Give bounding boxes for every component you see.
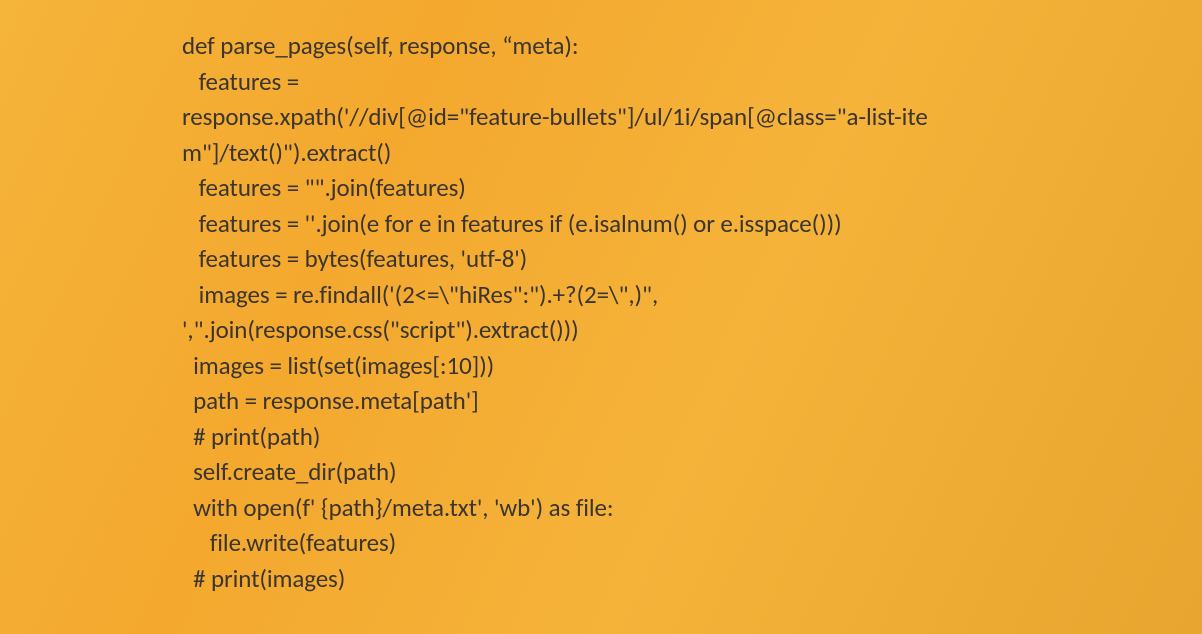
- code-line: images = re.findall('(2<=\"hiRes":").+?(…: [182, 277, 1202, 313]
- code-line: features =: [182, 64, 1202, 100]
- code-line: # print(images): [182, 561, 1202, 597]
- code-line: response.xpath('//div[@id="feature-bulle…: [182, 99, 1202, 135]
- code-line: with open(f' {path}/meta.txt', 'wb') as …: [182, 490, 1202, 526]
- code-block: def parse_pages(self, response, “meta): …: [182, 28, 1202, 596]
- code-line: features = bytes(features, 'utf-8'): [182, 241, 1202, 277]
- code-line: features = ''.join(e for e in features i…: [182, 206, 1202, 242]
- code-line: self.create_dir(path): [182, 454, 1202, 490]
- code-line: path = response.meta[path']: [182, 383, 1202, 419]
- code-line: file.write(features): [182, 525, 1202, 561]
- code-line: m"]/text()").extract(): [182, 135, 1202, 171]
- code-line: ',".join(response.css("script").extract(…: [182, 312, 1202, 348]
- code-line: features = "".join(features): [182, 170, 1202, 206]
- code-line: def parse_pages(self, response, “meta):: [182, 28, 1202, 64]
- code-line: images = list(set(images[:10])): [182, 348, 1202, 384]
- code-line: # print(path): [182, 419, 1202, 455]
